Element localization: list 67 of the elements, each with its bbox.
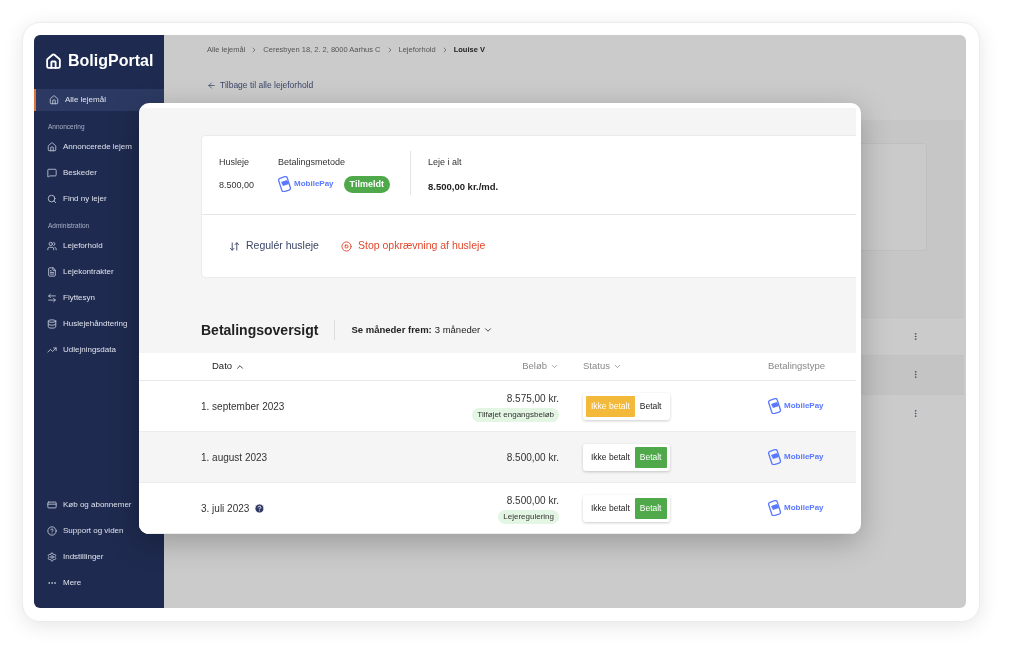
up-down-arrows-icon (229, 240, 240, 252)
rent-value: 8.500,00 (219, 178, 256, 192)
amount-cell-text: 8.500,00 kr. (506, 450, 559, 465)
method-label: Betalingsmetode (278, 156, 347, 169)
amount-cell-text: 8.575,00 kr. (506, 391, 559, 406)
date-cell-text: 1. september 2023 (201, 399, 285, 414)
total-label: Leje i alt (428, 156, 463, 169)
kebab-menu-icon[interactable] (911, 370, 920, 380)
status-option[interactable]: Betalt (634, 396, 667, 417)
chevron-down-icon (550, 362, 559, 371)
sidebar-item[interactable]: Annoncerede lejem (34, 136, 164, 158)
kebab-menu-icon[interactable] (911, 408, 920, 418)
stop-rent-button[interactable]: Stop opkrævning af husleje (340, 238, 486, 254)
mobilepay-logo: MobilePay (768, 398, 824, 414)
search-icon (47, 194, 57, 204)
amount-cell-text: 8.500,00 kr. (506, 493, 559, 508)
sidebar-item[interactable]: Flyttesyn (34, 287, 164, 309)
status-option[interactable]: Ikke betalt (586, 447, 635, 468)
help-icon (47, 526, 57, 536)
sidebar-item[interactable]: Huslejehåndtering (34, 313, 164, 335)
document-icon (47, 267, 57, 277)
chat-bubble-icon (47, 168, 57, 178)
mobilepay-logo: MobilePay (768, 500, 824, 516)
sidebar-item[interactable]: Find ny lejer (34, 188, 164, 210)
sidebar-item[interactable]: Indstillinger (34, 546, 164, 568)
amount-tag: Tilføjet engangsbeløb (472, 407, 559, 422)
database-icon (47, 319, 57, 329)
sidebar-item[interactable]: Køb og abonnemer (34, 494, 164, 516)
date-cell-text: 3. juli 2023 (201, 501, 250, 516)
sidebar-item[interactable]: Lejeforhold (34, 235, 164, 257)
column-header: Betalingstype (768, 359, 826, 374)
mobilepay-logo: MobilePay (768, 449, 824, 465)
chevron-down-icon (612, 362, 622, 371)
section-title: Betalingsoversigt (201, 320, 319, 340)
status-badge: Tilmeldt (343, 175, 390, 193)
trend-line-icon (47, 345, 57, 355)
sidebar-item[interactable]: Beskeder (34, 162, 164, 184)
house-logo-icon (45, 52, 62, 70)
column-header[interactable]: Status (583, 359, 768, 374)
mobilepay-logo: MobilePay (278, 176, 334, 193)
amount-tag: Lejeregulering (498, 509, 559, 524)
sidebar-item[interactable]: Mere (34, 572, 164, 594)
people-icon (47, 241, 57, 251)
adjust-rent-button[interactable]: Regulér husleje (229, 238, 319, 254)
kebab-menu-icon[interactable] (911, 332, 920, 342)
date-cell-text: 1. august 2023 (201, 450, 268, 465)
logo-text: BoligPortal (68, 51, 154, 71)
column-header[interactable]: Dato (201, 359, 431, 374)
sidebar-item[interactable]: Lejekontrakter (34, 261, 164, 283)
arrow-left-icon (207, 80, 216, 90)
column-header[interactable]: Beløb (431, 359, 559, 374)
house-icon (49, 95, 59, 105)
settings-icon (47, 552, 57, 562)
sidebar-item[interactable]: Alle lejemål (34, 89, 164, 111)
arrows-icon (47, 293, 57, 303)
help-icon[interactable] (254, 502, 266, 514)
house-icon (47, 142, 57, 152)
status-option[interactable]: Ikke betalt (586, 498, 635, 519)
chevron-down-icon (483, 325, 494, 335)
sidebar-item[interactable]: Support og viden (34, 520, 164, 542)
rent-label: Husleje (219, 156, 250, 169)
sidebar-item[interactable]: Udlejningsdata (34, 339, 164, 361)
card-icon (47, 500, 57, 510)
stop-circle-icon (340, 240, 352, 252)
total-value: 8.500,00 kr./md. (428, 179, 499, 194)
months-dropdown[interactable]: Se måneder frem: 3 måneder (351, 322, 494, 338)
back-link[interactable]: Tilbage til alle lejeforhold (207, 80, 966, 90)
